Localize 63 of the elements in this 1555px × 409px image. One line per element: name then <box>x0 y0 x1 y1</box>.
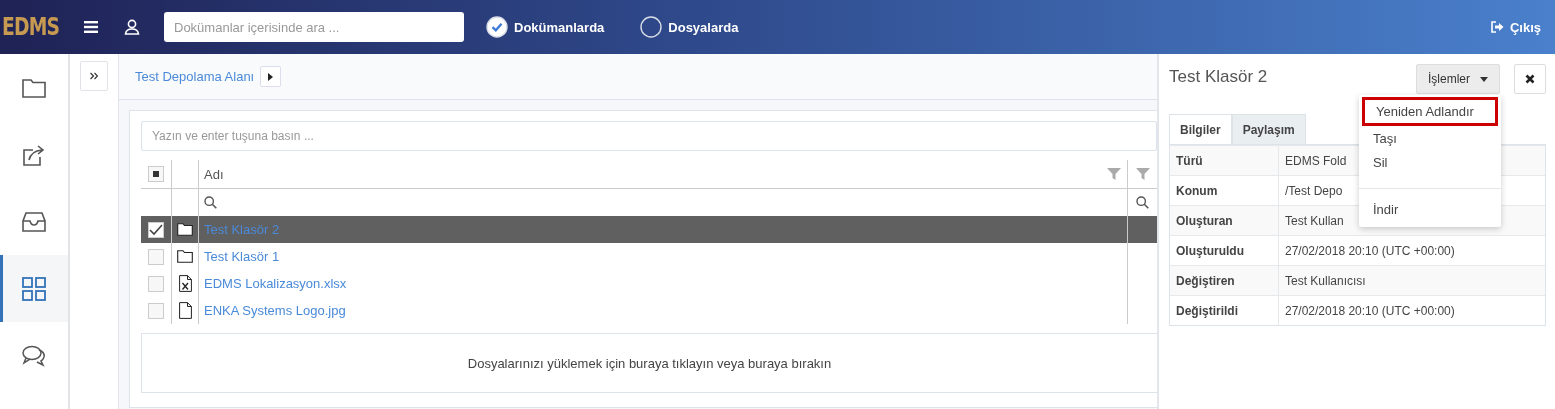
logout-icon <box>1490 21 1504 33</box>
inbox-icon <box>22 211 46 232</box>
property-label: Değiştiren <box>1170 266 1279 295</box>
sidebar-item[interactable] <box>0 255 68 322</box>
menu-item[interactable]: İndir <box>1359 188 1501 221</box>
menu-item[interactable]: Sil <box>1359 150 1501 174</box>
file-icon <box>178 302 192 319</box>
row-checkbox[interactable] <box>148 248 164 265</box>
grid-icon <box>22 276 46 301</box>
menu-icon[interactable] <box>84 21 98 33</box>
chat-icon <box>22 344 46 367</box>
panel-title: Test Klasör 2 <box>1169 67 1269 87</box>
scope-radio[interactable]: Dosyalarda <box>640 16 739 38</box>
circle-icon <box>640 16 663 38</box>
file-row[interactable]: EDMS Lokalizasyon.xlsx <box>141 270 1157 297</box>
file-name-link[interactable]: EDMS Lokalizasyon.xlsx <box>204 276 347 291</box>
filter-field[interactable]: Yazın ve enter tuşuna basın ... <box>141 121 1157 151</box>
property-value: Test Kullan <box>1284 213 1344 228</box>
caret-icon <box>268 72 274 81</box>
folder-icon <box>177 250 193 263</box>
breadcrumb-expand-button[interactable] <box>260 66 282 87</box>
close-icon <box>1525 74 1535 84</box>
close-button[interactable] <box>1514 64 1546 94</box>
scope-radio[interactable]: Dokümanlarda <box>486 16 605 38</box>
property-value: Test Kullanıcısı <box>1284 273 1366 288</box>
filter-icon[interactable] <box>1135 167 1150 181</box>
check-circle-icon <box>486 16 508 38</box>
property-value: 27/02/2018 20:10 (UTC +00:00) <box>1284 243 1455 258</box>
tab[interactable]: Paylaşım <box>1231 114 1306 144</box>
property-value: 27/02/2018 20:10 (UTC +00:00) <box>1284 303 1455 318</box>
select-all-checkbox[interactable] <box>148 166 164 182</box>
tab[interactable]: Bilgiler <box>1169 114 1232 144</box>
upload-drop-zone[interactable]: Dosyalarınızı yüklemek için buraya tıklayın veya buraya bırakın <box>141 333 1157 393</box>
row-checkbox[interactable] <box>148 302 164 319</box>
filter-icon[interactable] <box>1107 167 1121 181</box>
property-label: Türü <box>1170 146 1279 175</box>
folder-icon <box>177 223 193 236</box>
expand-button[interactable] <box>80 61 108 91</box>
property-value: EDMS Fold <box>1284 153 1347 168</box>
search-icon[interactable] <box>204 196 217 209</box>
double-chevron-icon <box>90 72 98 80</box>
logout-link[interactable]: Çıkış <box>1490 19 1541 35</box>
file-row[interactable]: Test Klasör 1 <box>141 243 1157 270</box>
spreadsheet-file-icon <box>178 275 192 292</box>
row-checkbox[interactable] <box>148 221 164 238</box>
folder-icon <box>22 77 46 98</box>
caret-icon <box>1480 76 1488 82</box>
user-icon[interactable] <box>124 19 140 35</box>
file-name-link[interactable]: Test Klasör 1 <box>204 249 280 264</box>
share-icon <box>22 142 46 167</box>
menu-item[interactable]: Yeniden Adlandır <box>1362 97 1498 126</box>
file-row[interactable]: ENKA Systems Logo.jpg <box>141 297 1157 324</box>
menu-item[interactable]: Taşı <box>1359 126 1501 150</box>
row-checkbox[interactable] <box>148 275 164 292</box>
search-icon[interactable] <box>1136 196 1149 209</box>
column-header[interactable]: Adı <box>204 166 1107 182</box>
property-label: Değiştirildi <box>1170 296 1279 325</box>
search-field[interactable]: Dokümanlar içerisinde ara ... <box>164 12 464 42</box>
property-value: /Test Depo <box>1284 183 1343 198</box>
file-name-link[interactable]: ENKA Systems Logo.jpg <box>204 303 346 318</box>
actions-dropdown-button[interactable]: İşlemler <box>1416 64 1500 94</box>
property-label: Oluşturan <box>1170 206 1279 235</box>
upload-hint: Dosyalarınızı yüklemek için buraya tıklayın veya buraya bırakın <box>467 355 832 371</box>
